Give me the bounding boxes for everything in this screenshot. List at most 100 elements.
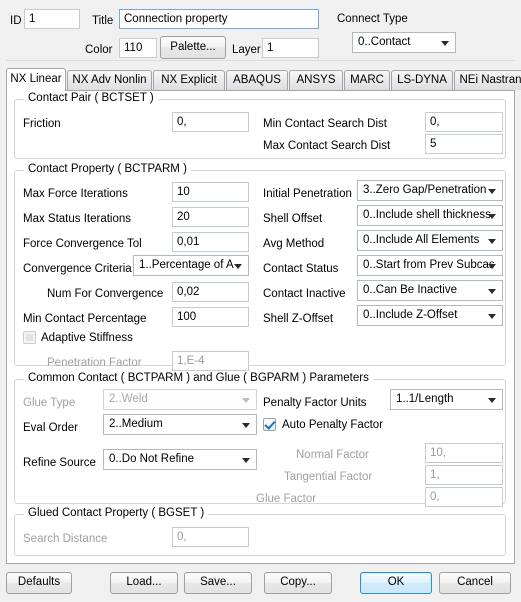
defaults-button[interactable]: Defaults <box>6 572 72 594</box>
tab-nei-nastran[interactable]: NEi Nastran <box>454 70 521 90</box>
shell-offset-label: Shell Offset <box>263 213 323 225</box>
contact-inactive-select[interactable]: 0..Can Be Inactive <box>357 280 503 301</box>
max-status-iterations-label: Max Status Iterations <box>23 213 132 225</box>
tab-abaqus[interactable]: ABAQUS <box>226 70 288 90</box>
initial-penetration-label: Initial Penetration <box>263 188 352 200</box>
glue-type-select[interactable]: 2..Weld <box>103 389 257 410</box>
max-force-iterations-label: Max Force Iterations <box>23 188 128 200</box>
adaptive-stiffness-checkbox[interactable] <box>23 331 36 344</box>
chevron-down-icon <box>441 40 449 46</box>
normal-factor-input[interactable]: 10, <box>425 443 503 463</box>
search-distance-input[interactable]: 0, <box>172 527 249 547</box>
penetration-factor-label: Penetration Factor <box>47 357 142 369</box>
eval-order-select[interactable]: 2..Medium <box>103 414 257 435</box>
contact-inactive-value: 0..Can Be Inactive <box>363 284 457 296</box>
chevron-down-icon <box>242 457 250 463</box>
max-contact-search-dist-input[interactable]: 5 <box>425 134 503 154</box>
max-status-iterations-input[interactable]: 20 <box>172 207 249 227</box>
tab-ls-dyna[interactable]: LS-DYNA <box>391 70 453 90</box>
copy-button[interactable]: Copy... <box>264 572 332 594</box>
glue-factor-input[interactable]: 0, <box>425 487 503 507</box>
initial-penetration-value: 3..Zero Gap/Penetration <box>363 184 487 196</box>
dialog-footer: Defaults Load... Save... Copy... OK Canc… <box>0 564 521 602</box>
max-contact-search-dist-label: Max Contact Search Dist <box>263 140 391 152</box>
header-divider <box>6 60 515 61</box>
eval-order-value: 2..Medium <box>109 418 163 430</box>
layer-input[interactable]: 1 <box>262 38 319 58</box>
chevron-down-icon <box>488 213 496 219</box>
refine-source-value: 0..Do Not Refine <box>109 453 195 465</box>
contact-status-label: Contact Status <box>263 263 339 275</box>
group-contact-property-title: Contact Property ( BCTPARM ) <box>24 163 191 175</box>
group-contact-pair-title: Contact Pair ( BCTSET ) <box>24 92 158 104</box>
id-input[interactable]: 1 <box>24 9 80 29</box>
adaptive-stiffness-label: Adaptive Stiffness <box>41 332 133 344</box>
color-input[interactable]: 110 <box>119 38 157 58</box>
eval-order-label: Eval Order <box>23 422 78 434</box>
num-for-convergence-input[interactable]: 0,02 <box>172 282 249 302</box>
convergence-criteria-select[interactable]: 1..Percentage of A <box>133 255 249 276</box>
chevron-down-icon <box>488 397 496 403</box>
force-convergence-tol-label: Force Convergence Tol <box>23 238 142 250</box>
tab-nx-explicit[interactable]: NX Explicit <box>153 70 225 90</box>
min-contact-search-dist-input[interactable]: 0, <box>425 112 503 132</box>
shell-offset-select[interactable]: 0..Include shell thickness <box>357 205 503 226</box>
chevron-down-icon <box>488 263 496 269</box>
dialog-header: ID 1 Title Connection property Color 110… <box>0 0 521 62</box>
min-contact-search-dist-label: Min Contact Search Dist <box>263 118 387 130</box>
tab-marc[interactable]: MARC <box>344 70 390 90</box>
penalty-factor-units-label: Penalty Factor Units <box>263 397 367 409</box>
tangential-factor-input[interactable]: 1, <box>425 465 503 485</box>
chevron-down-icon <box>242 422 250 428</box>
min-contact-percentage-label: Min Contact Percentage <box>23 313 147 325</box>
avg-method-value: 0..Include All Elements <box>363 234 480 246</box>
search-distance-label: Search Distance <box>23 533 108 545</box>
tab-nx-adv-nonlin[interactable]: NX Adv Nonlin <box>67 70 152 90</box>
refine-source-label: Refine Source <box>23 457 96 469</box>
normal-factor-label: Normal Factor <box>296 449 369 461</box>
group-glued-contact-title: Glued Contact Property ( BGSET ) <box>24 507 209 519</box>
contact-status-select[interactable]: 0..Start from Prev Subcas <box>357 255 503 276</box>
chevron-down-icon <box>488 288 496 294</box>
avg-method-select[interactable]: 0..Include All Elements <box>357 230 503 251</box>
glue-type-label: Glue Type <box>23 397 76 409</box>
ok-button[interactable]: OK <box>360 572 432 594</box>
shell-z-offset-label: Shell Z-Offset <box>263 313 334 325</box>
friction-label: Friction <box>23 118 61 130</box>
friction-input[interactable]: 0, <box>172 112 249 132</box>
tab-nx-linear[interactable]: NX Linear <box>6 68 66 91</box>
convergence-criteria-value: 1..Percentage of A <box>139 259 234 271</box>
force-convergence-tol-input[interactable]: 0,01 <box>172 232 249 252</box>
chevron-down-icon <box>488 238 496 244</box>
tangential-factor-label: Tangential Factor <box>284 471 373 483</box>
title-label: Title <box>92 15 114 27</box>
cancel-button[interactable]: Cancel <box>439 572 511 594</box>
load-button[interactable]: Load... <box>110 572 178 594</box>
penetration-factor-input[interactable]: 1,E-4 <box>172 351 249 371</box>
save-button[interactable]: Save... <box>184 572 252 594</box>
avg-method-label: Avg Method <box>263 238 325 250</box>
color-label: Color <box>85 44 113 56</box>
shell-z-offset-select[interactable]: 0..Include Z-Offset <box>357 305 503 326</box>
convergence-criteria-label: Convergence Criteria <box>23 263 132 275</box>
glue-factor-label: Glue Factor <box>256 493 317 505</box>
max-force-iterations-input[interactable]: 10 <box>172 182 249 202</box>
glue-type-value: 2..Weld <box>109 393 148 405</box>
min-contact-percentage-input[interactable]: 100 <box>172 307 249 327</box>
shell-z-offset-value: 0..Include Z-Offset <box>363 309 458 321</box>
title-input[interactable]: Connection property <box>119 9 319 29</box>
chevron-down-icon <box>234 263 242 269</box>
palette-button[interactable]: Palette... <box>160 36 226 59</box>
penalty-factor-units-select[interactable]: 1..1/Length <box>390 389 503 410</box>
auto-penalty-factor-label: Auto Penalty Factor <box>282 419 383 431</box>
connect-type-value: 0..Contact <box>358 36 411 48</box>
contact-inactive-label: Contact Inactive <box>263 288 346 300</box>
auto-penalty-factor-checkbox[interactable] <box>263 418 276 431</box>
connection-property-dialog: ID 1 Title Connection property Color 110… <box>0 0 521 602</box>
refine-source-select[interactable]: 0..Do Not Refine <box>103 449 257 470</box>
layer-label: Layer <box>232 44 261 56</box>
tab-panel-nx-linear: Contact Pair ( BCTSET ) Friction 0, Min … <box>6 90 515 564</box>
tab-ansys[interactable]: ANSYS <box>289 70 343 90</box>
connect-type-select[interactable]: 0..Contact <box>352 32 456 53</box>
initial-penetration-select[interactable]: 3..Zero Gap/Penetration <box>357 180 503 201</box>
